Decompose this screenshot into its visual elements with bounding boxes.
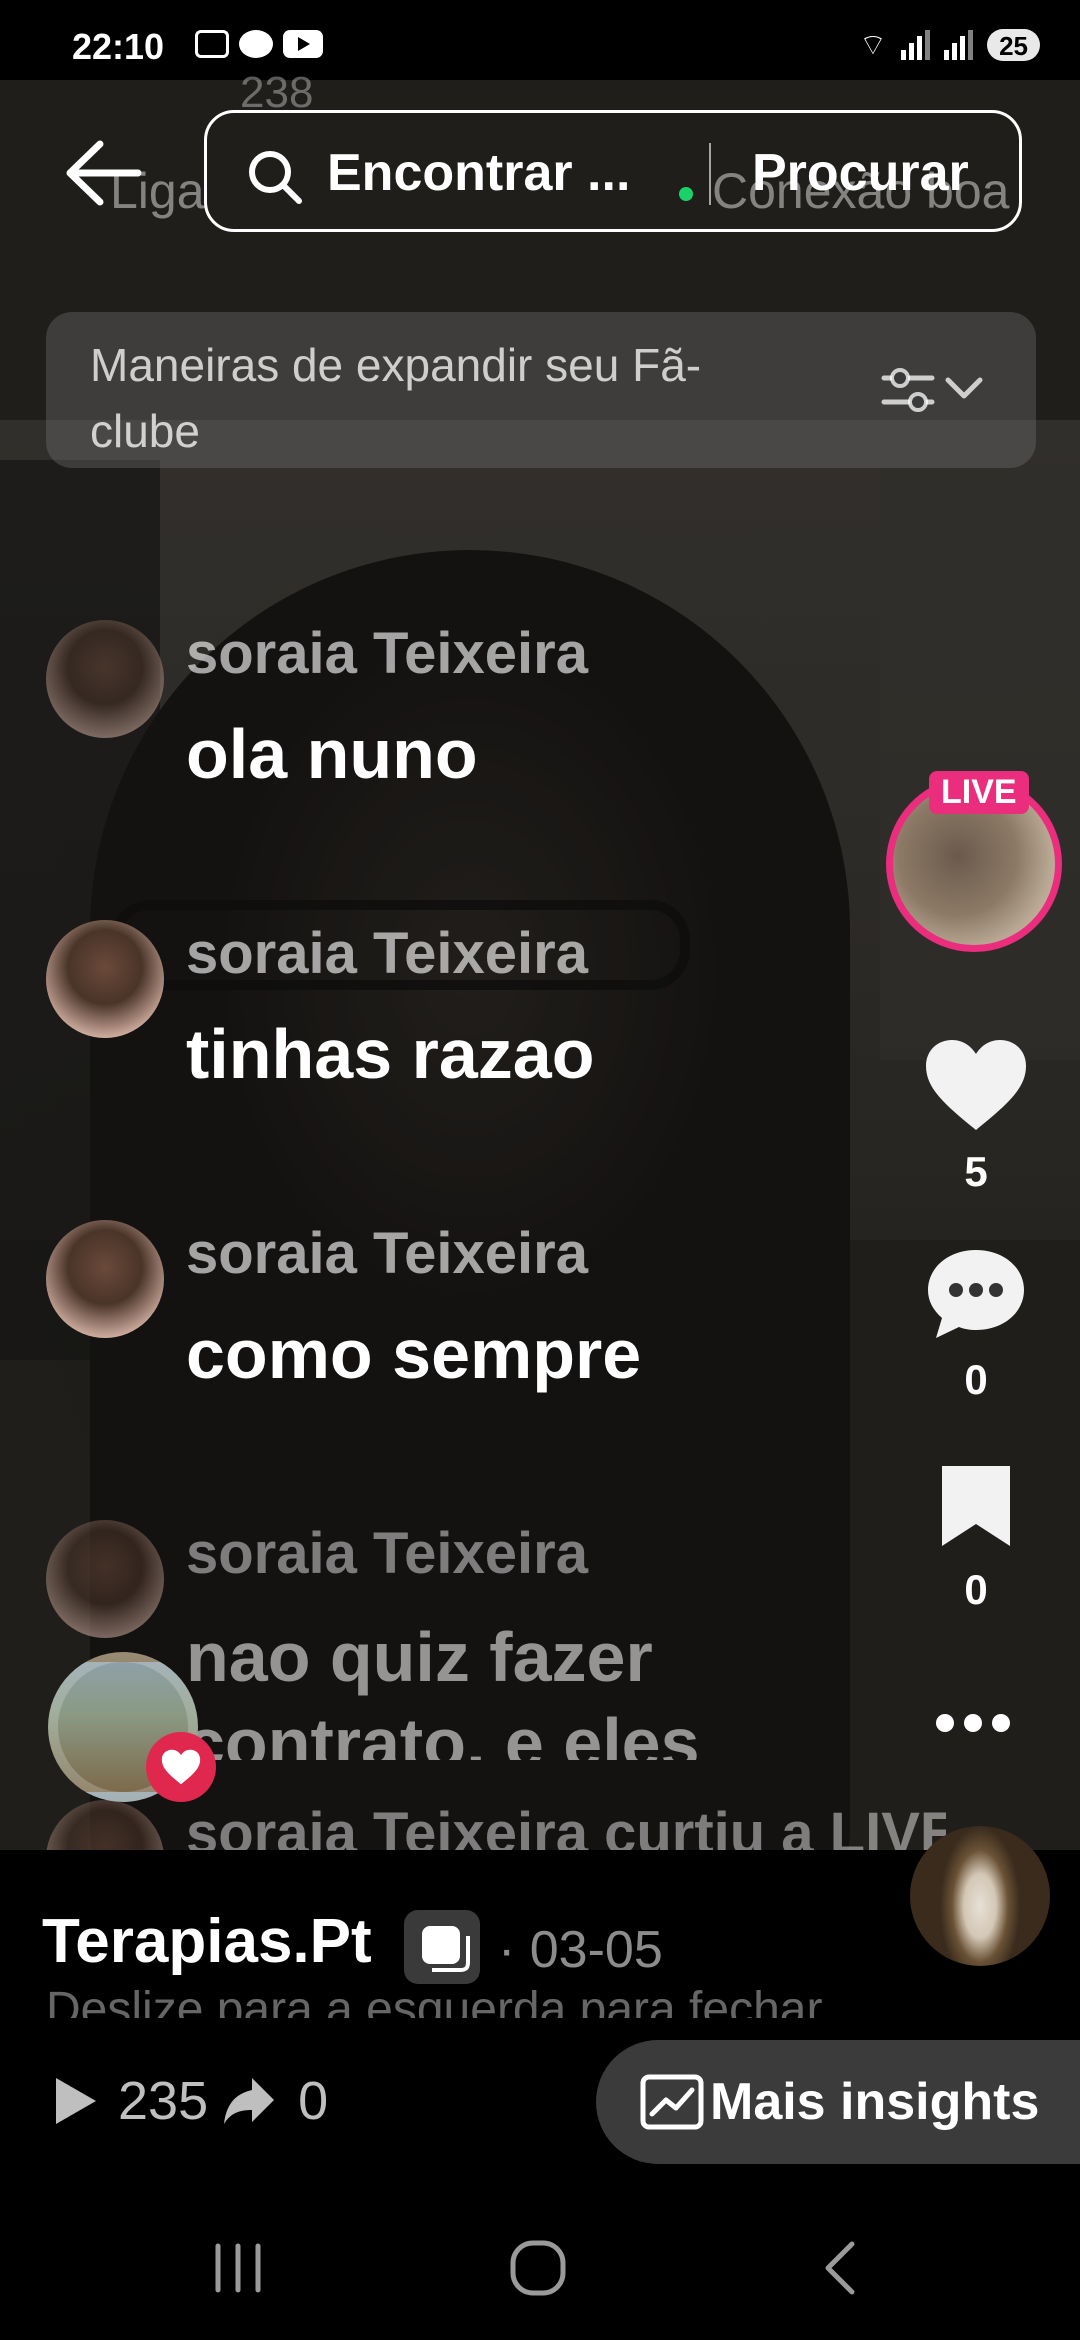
youtube-icon [283,30,323,58]
comment-message: como sempre [186,1315,642,1393]
fan-club-tips-card[interactable]: Maneiras de expandir seu Fã-clube [46,312,1036,468]
fan-club-tips-text: Maneiras de expandir seu Fã-clube [90,339,702,457]
like-count: 5 [964,1148,988,1195]
chart-icon [640,2074,704,2130]
comment-item[interactable]: soraia Teixeira curtiu a LIVE [46,1800,946,1850]
system-nav-bar [0,2200,1080,2340]
wifi-icon: ⌔ [858,29,888,62]
back-button[interactable] [62,138,142,208]
live-badge: LIVE [929,771,1029,814]
screenshot-icon [195,30,229,58]
commenter-name: soraia Teixeira [186,1221,588,1286]
home-icon[interactable] [508,2238,568,2298]
comment-message: nao quiz fazer contrato, e eles [186,1618,700,1760]
save-count: 0 [964,1566,988,1613]
more-options-icon[interactable] [936,1714,1010,1732]
signal-icon [901,30,931,60]
comment-icon[interactable] [924,1246,1028,1342]
commenter-avatar[interactable] [46,1800,164,1850]
chat-icon [239,30,273,58]
search-button[interactable]: Procurar [752,143,969,203]
play-icon [56,2078,96,2124]
online-dot [679,187,693,201]
commenter-avatar[interactable] [46,620,164,738]
commenter-name: soraia Teixeira [186,621,588,686]
share-count: 0 [298,2071,329,2131]
heart-badge-icon [146,1732,216,1802]
search-bar[interactable]: Encontrar ... Procurar [204,110,1022,232]
copy-icon[interactable] [404,1910,480,1984]
search-input[interactable]: Encontrar ... [327,143,630,203]
post-date: · 03-05 [498,1921,663,1979]
comment-count: 0 [964,1356,988,1403]
live-avatar[interactable]: LIVE [886,771,1062,952]
battery-indicator: 25 [987,29,1040,61]
comment-item[interactable]: soraia Teixeira como sempre [46,1220,946,1400]
commenter-name: soraia Teixeira [186,1521,588,1586]
heart-icon[interactable] [924,1038,1028,1132]
comment-item[interactable]: soraia Teixeira ola nuno [46,620,946,800]
play-count: 235 [118,2071,209,2131]
status-bar: 22:10 ⌔ 25 [0,0,1080,80]
filter-expand-icon[interactable] [880,360,988,420]
account-title[interactable]: Terapias.Pt [42,1906,372,1977]
notification-icons [195,30,323,58]
swipe-hint: Deslize para a esquerda para fechar [46,1983,823,2018]
commenter-avatar[interactable] [46,1220,164,1338]
search-icon [249,151,302,204]
comment-message: tinhas razao [186,1015,595,1093]
recent-apps-icon[interactable] [210,2240,266,2296]
bookmark-icon[interactable] [938,1462,1014,1550]
search-divider [709,143,711,205]
more-insights-label: Mais insights [710,2073,1040,2131]
share-icon [224,2078,275,2124]
commenter-avatar[interactable] [46,920,164,1038]
commenter-name: soraia Teixeira [186,921,588,986]
back-nav-icon[interactable] [818,2240,862,2296]
status-time: 22:10 [72,26,165,67]
back-arrow-icon [66,140,142,206]
profile-avatar[interactable] [910,1826,1050,1966]
commenter-name: soraia Teixeira curtiu a LIVE [186,1801,946,1850]
commenter-avatar[interactable] [46,1520,164,1638]
comment-message: ola nuno [186,715,478,793]
comment-item[interactable]: soraia Teixeira tinhas razao [46,920,946,1100]
signal-icon-2 [944,30,974,60]
post-stats: 235 0 [50,2070,328,2132]
more-insights-button[interactable]: Mais insights [596,2040,1080,2164]
system-icons: ⌔ 25 [859,26,1040,64]
